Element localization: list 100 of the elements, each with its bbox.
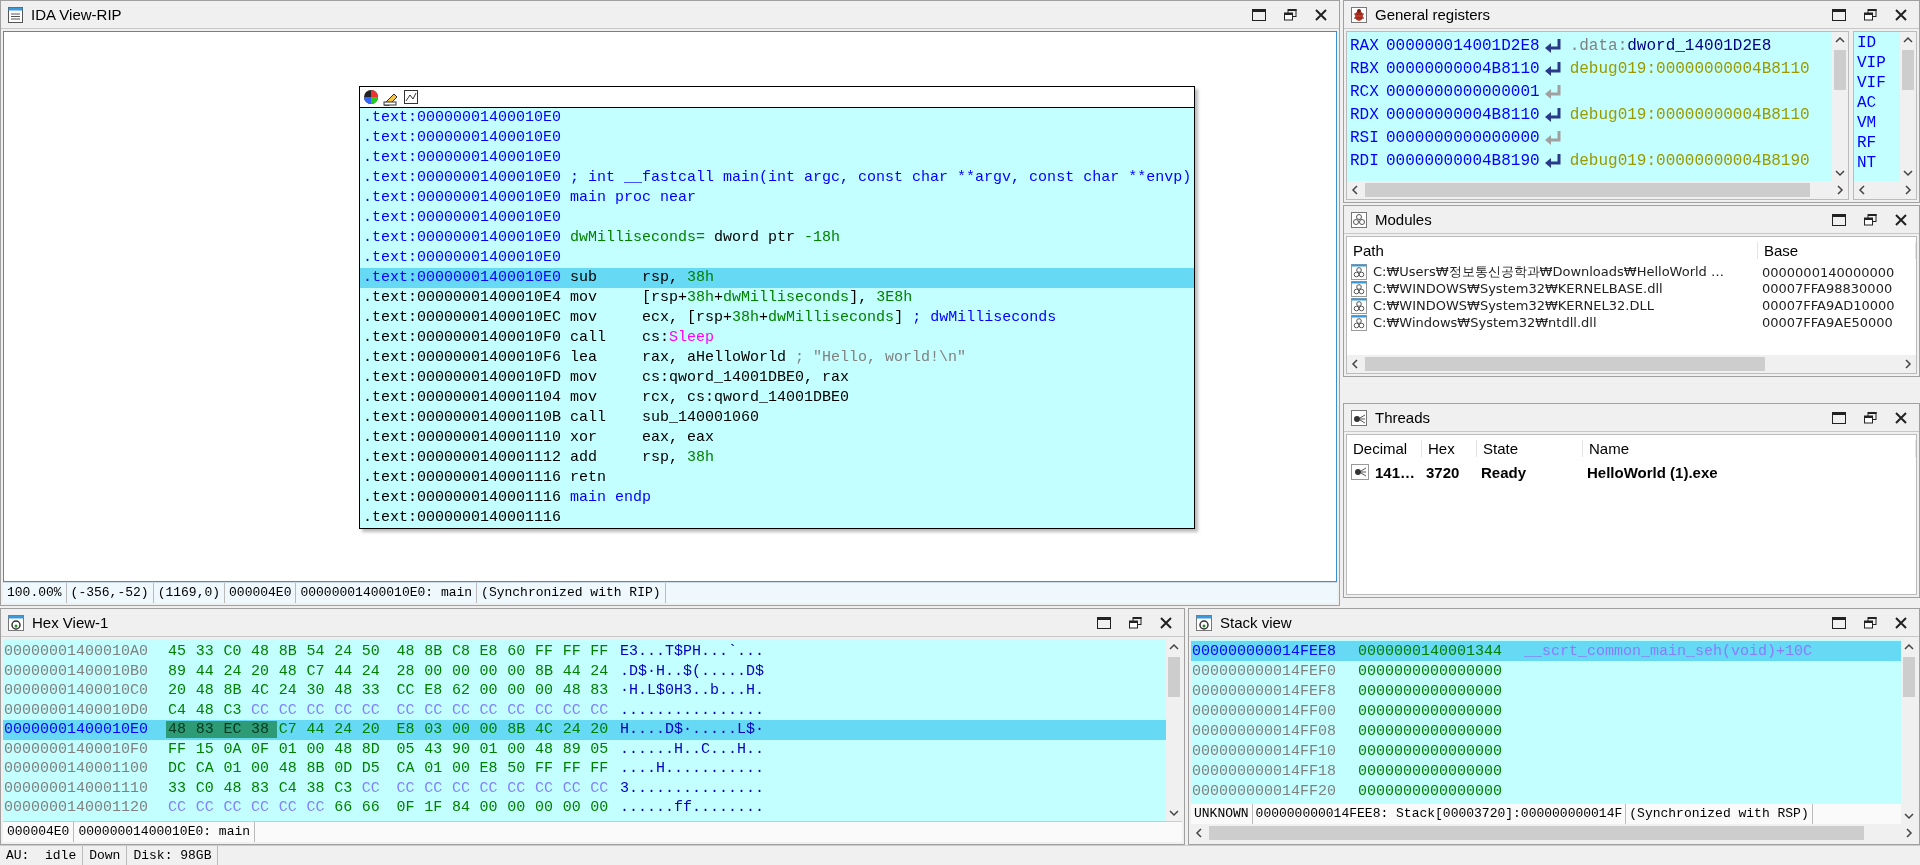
hex-byte[interactable]: 43 [422, 740, 450, 758]
hex-byte[interactable]: FF [532, 643, 561, 661]
code-line[interactable]: .text:0000000140001116 retn [360, 468, 1195, 488]
hex-byte[interactable]: CC [532, 701, 561, 719]
hex-byte[interactable]: 28 [394, 662, 423, 680]
hex-byte[interactable]: 00 [304, 740, 333, 758]
hex-byte[interactable]: C4 [166, 701, 194, 719]
hex-byte[interactable]: 00 [477, 662, 506, 680]
hex-byte[interactable]: C3 [221, 701, 250, 719]
hex-row[interactable]: 00000001400010F0 FF 15 0A 0F 01 00 48 8D 05 43 90 01 00 48 89 05 ......H..C...H.. [3, 739, 1166, 759]
hex-byte[interactable]: 44 [332, 662, 360, 680]
code-line[interactable]: .text:000000014000110B call sub_140001060 [360, 408, 1195, 428]
hex-byte[interactable]: C0 [193, 779, 222, 797]
hex-byte[interactable]: CC [304, 799, 333, 817]
hex-byte[interactable]: 38 [304, 779, 333, 797]
vertical-scrollbar[interactable] [1166, 639, 1182, 821]
hex-byte[interactable]: 00 [249, 760, 277, 778]
hex-byte[interactable]: 00 [449, 662, 478, 680]
hex-byte[interactable]: 84 [449, 799, 478, 817]
hex-byte[interactable]: 24 [332, 721, 360, 739]
hex-byte[interactable]: 05 [394, 740, 423, 758]
register-value[interactable]: 0000000000000000 [1386, 128, 1540, 147]
hex-byte[interactable]: CC [449, 779, 478, 797]
scroll-thumb[interactable] [1168, 657, 1180, 697]
hex-byte[interactable]: FF [166, 740, 194, 758]
hex-byte[interactable]: 00 [449, 760, 478, 778]
code-line[interactable]: .text:0000000140001116 main endp [360, 488, 1195, 508]
hex-row[interactable]: 00000001400010D0 C4 48 C3 CC CC CC CC CC CC CC CC CC CC CC CC CC ................ [3, 700, 1166, 720]
hex-byte[interactable]: CC [332, 701, 360, 719]
hex-byte[interactable]: 89 [560, 740, 589, 758]
hex-byte[interactable]: 48 [276, 662, 305, 680]
code-line[interactable]: .text:00000001400010E0 dwMilliseconds= dword ptr -18h [360, 228, 1195, 248]
hex-byte[interactable]: CC [166, 799, 194, 817]
hex-byte[interactable]: FF [532, 760, 561, 778]
hex-byte[interactable]: CC [249, 701, 277, 719]
column-header[interactable]: Base [1758, 241, 1916, 259]
hex-byte[interactable]: 38 [249, 721, 277, 739]
hex-byte[interactable]: 01 [422, 760, 450, 778]
hex-byte[interactable]: 30 [304, 682, 333, 700]
hex-byte[interactable]: CC [560, 779, 589, 797]
code-line[interactable]: .text:00000001400010F6 lea rax, aHelloWorld ; "Hello, world!\n" [360, 348, 1195, 368]
hex-byte[interactable]: 0A [221, 740, 250, 758]
hex-row[interactable]: 00000001400010A0 45 33 C0 48 8B 54 24 50 48 8B C8 E8 60 FF FF FF E3...T$PH...`... [3, 642, 1166, 662]
code-line[interactable]: .text:0000000140001112 add rsp, 38h [360, 448, 1195, 468]
code-line[interactable]: .text:0000000140001116 [360, 508, 1195, 528]
hex-byte[interactable]: EC [221, 721, 250, 739]
hex-byte[interactable]: C3 [332, 779, 360, 797]
hex-byte[interactable]: CC [304, 701, 333, 719]
hex-byte[interactable]: CC [276, 799, 305, 817]
hex-byte[interactable]: 24 [359, 662, 388, 680]
hex-byte[interactable]: CC [505, 779, 533, 797]
hex-byte[interactable]: 00 [505, 662, 533, 680]
hex-byte[interactable]: 0D [332, 760, 360, 778]
hex-byte[interactable]: 00 [560, 799, 589, 817]
stack-row[interactable]: 000000000014FEE8 0000000140001344 __scrt_common_main_seh(void)+10C [1191, 641, 1901, 661]
hex-byte[interactable]: 4C [249, 682, 277, 700]
horizontal-scrollbar[interactable] [1347, 355, 1916, 373]
hex-byte[interactable]: 83 [588, 682, 616, 700]
column-header[interactable]: Hex [1422, 439, 1477, 457]
hex-byte[interactable]: 0F [249, 740, 277, 758]
stack-row[interactable]: 000000000014FEF8 0000000000000000 [1191, 681, 1901, 701]
register-value[interactable]: 00000000004B8110 [1386, 105, 1540, 124]
hex-byte[interactable]: CC [588, 701, 616, 719]
hex-byte[interactable]: 62 [449, 682, 478, 700]
vertical-scrollbar[interactable] [1901, 639, 1917, 824]
hex-byte[interactable]: 48 [560, 682, 589, 700]
hex-byte[interactable]: 00 [449, 721, 478, 739]
hex-row[interactable]: 00000001400010B0 89 44 24 20 48 C7 44 24 28 00 00 00 00 8B 44 24 .D$·H..$(.....D$ [3, 661, 1166, 681]
hex-byte[interactable]: 24 [560, 721, 589, 739]
hex-byte[interactable]: 66 [332, 799, 360, 817]
code-line[interactable]: .text:00000001400010FD mov cs:qword_14001DBE0, rax [360, 368, 1195, 388]
register-value[interactable]: 000000014001D2E8 [1386, 36, 1540, 55]
hex-byte[interactable]: 00 [505, 740, 533, 758]
hex-byte[interactable]: 50 [505, 760, 533, 778]
hex-byte[interactable]: CC [560, 701, 589, 719]
hex-byte[interactable]: CC [477, 779, 506, 797]
hex-byte[interactable]: 05 [588, 740, 616, 758]
code-line[interactable]: .text:0000000140001110 xor eax, eax [360, 428, 1195, 448]
hex-byte[interactable]: 00 [477, 682, 506, 700]
hex-byte[interactable]: 44 [304, 721, 333, 739]
hex-row[interactable]: 00000001400010E0 48 83 EC 38 C7 44 24 20 E8 03 00 00 8B 4C 24 20 H....D$·.....L$· [3, 720, 1166, 740]
hex-byte[interactable]: 24 [588, 662, 616, 680]
hex-byte[interactable]: 0F [394, 799, 423, 817]
hex-byte[interactable]: 48 [249, 643, 277, 661]
hex-byte[interactable]: 00 [422, 662, 450, 680]
scroll-thumb[interactable] [1903, 657, 1915, 697]
hex-byte[interactable]: 8B [505, 721, 533, 739]
column-header[interactable]: Name [1583, 439, 1916, 457]
code-line[interactable]: .text:00000001400010E0 [360, 208, 1195, 228]
stack-row[interactable]: 000000000014FF10 0000000000000000 [1191, 741, 1901, 761]
hex-byte[interactable]: 24 [276, 682, 305, 700]
code-line[interactable]: .text:00000001400010F0 call cs:Sleep [360, 328, 1195, 348]
scroll-thumb[interactable] [1209, 826, 1864, 840]
code-line[interactable]: .text:0000000140001104 mov rcx, cs:qword_14001DBE0 [360, 388, 1195, 408]
hex-byte[interactable]: FF [560, 643, 589, 661]
hex-byte[interactable]: CC [422, 779, 450, 797]
stack-row[interactable]: 000000000014FF20 0000000000000000 [1191, 781, 1901, 801]
hex-byte[interactable]: 1F [422, 799, 450, 817]
hex-byte[interactable]: CC [221, 799, 250, 817]
hex-byte[interactable]: 20 [359, 721, 388, 739]
